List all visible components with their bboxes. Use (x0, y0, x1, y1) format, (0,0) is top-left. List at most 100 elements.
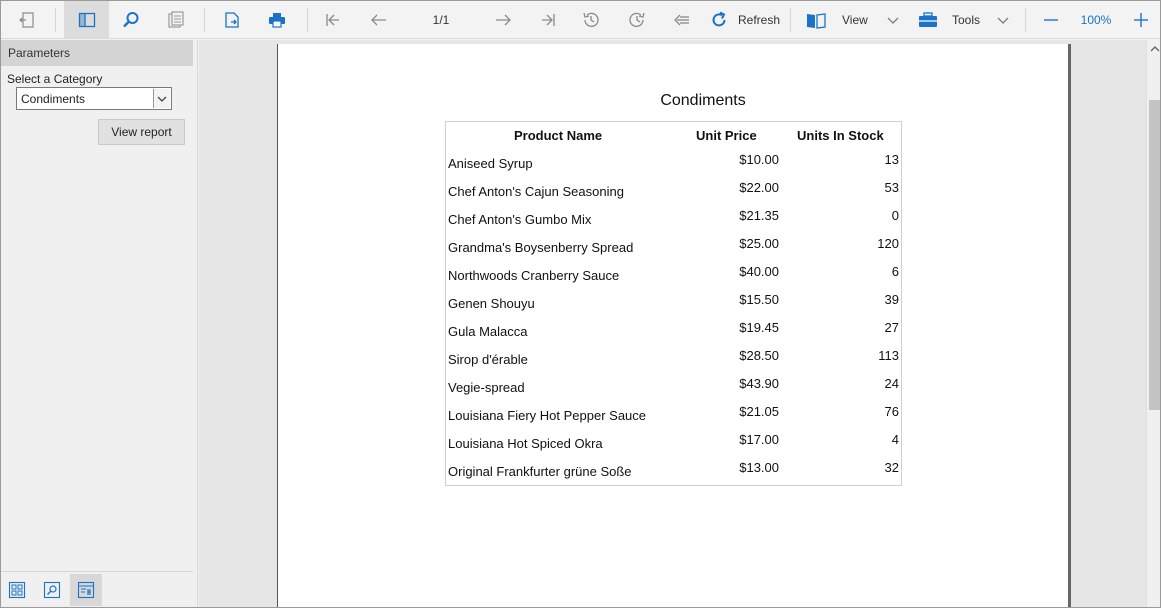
parameters-icon (77, 581, 95, 599)
products-table: Product Name Unit Price Units In Stock A… (445, 121, 902, 486)
vertical-scrollbar[interactable] (1146, 40, 1160, 607)
unit-price: $28.50 (739, 348, 779, 363)
table-row: Chef Anton's Gumbo Mix $21.35 0 (446, 204, 901, 232)
zoom-out-button[interactable] (1036, 1, 1066, 39)
unit-price: $43.90 (739, 376, 779, 391)
first-page-icon (326, 14, 339, 26)
export-button[interactable] (216, 1, 248, 39)
page-view-button[interactable] (160, 1, 192, 39)
next-page-button[interactable] (487, 1, 519, 39)
category-select[interactable]: Condiments (16, 87, 172, 110)
tab-parameters[interactable] (70, 574, 102, 606)
back-to-parent-report-button[interactable] (666, 1, 698, 39)
unit-price: $19.45 (739, 320, 779, 335)
units-in-stock: 27 (884, 320, 899, 335)
product-name: Original Frankfurter grüne Soße (448, 464, 632, 479)
last-page-icon (542, 14, 555, 26)
refresh-button[interactable]: Refresh (707, 1, 783, 39)
parameters-panel: Parameters Select a Category Condiments … (1, 40, 198, 607)
scrollbar-thumb[interactable] (1149, 100, 1160, 410)
table-row: Genen Shouyu $15.50 39 (446, 288, 901, 316)
print-button[interactable] (261, 1, 293, 39)
tab-search[interactable] (36, 574, 68, 606)
plus-icon (1134, 13, 1148, 27)
first-page-button[interactable] (317, 1, 349, 39)
unit-price: $21.05 (739, 404, 779, 419)
product-name: Chef Anton's Gumbo Mix (448, 212, 592, 227)
pages-icon (168, 11, 184, 28)
units-in-stock: 120 (877, 236, 899, 251)
refresh-icon (712, 11, 726, 27)
chevron-up-icon (1150, 45, 1159, 51)
column-header-units-in-stock: Units In Stock (797, 128, 884, 143)
last-page-button[interactable] (532, 1, 564, 39)
chevron-down-icon (887, 17, 899, 24)
toolbar-separator (204, 8, 205, 32)
report-page: Condiments Product Name Unit Price Units… (277, 44, 1071, 607)
product-name: Chef Anton's Cajun Seasoning (448, 184, 624, 199)
product-name: Aniseed Syrup (448, 156, 533, 171)
product-name: Louisiana Hot Spiced Okra (448, 436, 603, 451)
back-list-icon (674, 14, 689, 26)
units-in-stock: 24 (884, 376, 899, 391)
units-in-stock: 13 (884, 152, 899, 167)
units-in-stock: 6 (891, 264, 899, 279)
unit-price: $22.00 (739, 180, 779, 195)
parameters-header: Parameters (1, 40, 193, 66)
export-icon (225, 12, 239, 28)
product-name: Genen Shouyu (448, 296, 535, 311)
printer-icon (269, 13, 285, 28)
report-title: Condiments (660, 92, 746, 109)
tab-document-map[interactable] (1, 574, 33, 606)
table-row: Chef Anton's Cajun Seasoning $22.00 53 (446, 176, 901, 204)
product-name: Vegie-spread (448, 380, 525, 395)
unit-price: $40.00 (739, 264, 779, 279)
previous-page-button[interactable] (363, 1, 395, 39)
table-row: Vegie-spread $43.90 24 (446, 372, 901, 400)
scroll-up-button[interactable] (1147, 40, 1160, 57)
report-viewport[interactable]: Condiments Product Name Unit Price Units… (199, 40, 1146, 607)
minus-icon (1044, 19, 1058, 21)
category-select-value: Condiments (21, 92, 86, 106)
history-back-button[interactable] (575, 1, 607, 39)
view-report-button[interactable]: View report (98, 119, 185, 145)
search-button[interactable] (115, 1, 147, 39)
product-name: Grandma's Boysenberry Spread (448, 240, 634, 255)
units-in-stock: 53 (884, 180, 899, 195)
toolbar-separator (1025, 8, 1026, 32)
page-indicator[interactable]: 1/1 (416, 1, 466, 39)
units-in-stock: 0 (891, 208, 899, 223)
unit-price: $10.00 (739, 152, 779, 167)
document-map-icon (8, 581, 26, 599)
unit-price: $17.00 (739, 432, 779, 447)
unit-price: $13.00 (739, 460, 779, 475)
table-row: Original Frankfurter grüne Soße $13.00 3… (446, 456, 901, 484)
history-forward-button[interactable] (621, 1, 653, 39)
chevron-down-icon (997, 17, 1009, 24)
zoom-in-button[interactable] (1126, 1, 1156, 39)
arrow-right-icon (496, 14, 511, 26)
column-header-product-name: Product Name (514, 128, 603, 143)
refresh-label: Refresh (738, 13, 781, 27)
category-label: Select a Category (7, 72, 103, 86)
arrow-left-icon (371, 14, 386, 26)
search-icon (123, 12, 139, 28)
tools-label: Tools (952, 13, 981, 27)
table-row: Northwoods Cranberry Sauce $40.00 6 (446, 260, 901, 288)
panel-tabs (1, 571, 193, 607)
toggle-sidebar-button[interactable] (64, 1, 109, 39)
tools-menu-button[interactable]: Tools (914, 1, 1019, 39)
search-document-icon (43, 581, 61, 599)
product-name: Sirop d'érable (448, 352, 528, 367)
table-row: Louisiana Fiery Hot Pepper Sauce $21.05 … (446, 400, 901, 428)
view-label: View (842, 13, 868, 27)
zoom-level[interactable]: 100% (1071, 1, 1121, 39)
category-dropdown-button[interactable] (153, 89, 170, 108)
toolbox-icon (919, 12, 937, 27)
table-row: Gula Malacca $19.45 27 (446, 316, 901, 344)
product-name: Northwoods Cranberry Sauce (448, 268, 620, 283)
sidebar-icon (78, 12, 95, 28)
units-in-stock: 39 (884, 292, 899, 307)
view-menu-button[interactable]: View (801, 1, 906, 39)
back-to-parent-button[interactable] (11, 1, 43, 39)
